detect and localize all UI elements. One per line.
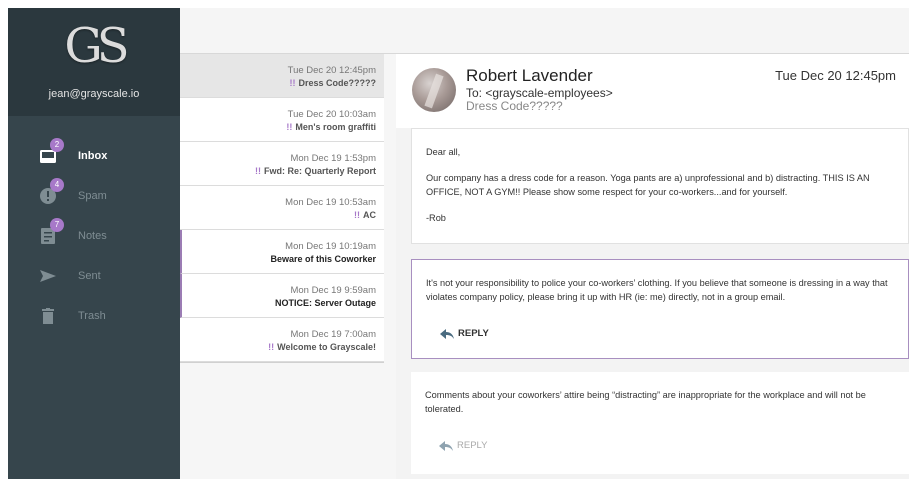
note-icon: 7 — [38, 218, 64, 246]
avatar — [412, 68, 456, 112]
inbox-icon: 2 — [38, 138, 64, 166]
message-date: Mon Dec 19 7:00am — [290, 329, 376, 340]
logo: GS — [64, 18, 129, 74]
important-flag: !! — [354, 210, 360, 220]
sidebar-item-label: Sent — [78, 270, 101, 282]
sidebar-item-label: Spam — [78, 190, 107, 202]
sidebar-item-label: Trash — [78, 310, 106, 322]
message-subject: NOTICE: Server Outage — [275, 298, 376, 308]
sidebar-item-label: Inbox — [78, 150, 108, 162]
message-subject-text: Welcome to Grayscale! — [277, 342, 376, 352]
notes-badge: 7 — [50, 218, 64, 232]
trash-icon — [38, 306, 58, 326]
email-date: Tue Dec 20 12:45pm — [775, 68, 896, 83]
inbox-badge: 2 — [50, 138, 64, 152]
message-subject-text: NOTICE: Server Outage — [274, 298, 376, 308]
recipient: To: <grayscale-employees> — [466, 86, 613, 100]
list-item[interactable]: Tue Dec 20 12:45pm !! Dress Code????? — [180, 54, 384, 98]
spam-badge: 4 — [50, 178, 64, 192]
reply-label: REPLY — [458, 328, 489, 339]
list-item[interactable]: Mon Dec 19 7:00am !! Welcome to Grayscale… — [180, 318, 384, 362]
message-date: Mon Dec 19 10:19am — [285, 241, 376, 252]
list-item[interactable]: Mon Dec 19 10:19am Beware of this Cowork… — [180, 230, 384, 274]
email-subject: Dress Code????? — [466, 99, 563, 113]
reply-suggestion[interactable]: It's not your responsibility to police y… — [411, 259, 909, 359]
message-subject: !! Dress Code????? — [289, 78, 376, 88]
reply-text: It's not your responsibility to police y… — [426, 278, 888, 302]
message-list: Tue Dec 20 12:45pm !! Dress Code????? Tue… — [180, 54, 396, 479]
email-header: Robert Lavender To: <grayscale-employees… — [396, 54, 909, 128]
top-bar — [180, 8, 909, 54]
reply-icon — [440, 328, 454, 339]
sidebar: GS jean@grayscale.io 2 Inbox 4 Spam 7 No… — [8, 8, 180, 479]
sidebar-item-inbox[interactable]: 2 Inbox — [8, 136, 180, 176]
sidebar-item-notes[interactable]: 7 Notes — [8, 216, 180, 256]
reply-button[interactable]: REPLY — [440, 328, 489, 339]
sidebar-item-spam[interactable]: 4 Spam — [8, 176, 180, 216]
message-subject-text: Men's room graffiti — [295, 122, 376, 132]
message-subject: !! Welcome to Grayscale! — [268, 342, 376, 352]
reply-suggestion[interactable]: Comments about your coworkers’ attire be… — [411, 372, 909, 474]
sidebar-item-trash[interactable]: Trash — [8, 296, 180, 336]
message-subject-text: Dress Code????? — [298, 78, 376, 88]
email-body: Dear all, Our company has a dress code f… — [411, 128, 909, 244]
reply-icon — [439, 440, 453, 451]
sender-name: Robert Lavender — [466, 66, 593, 85]
reply-label: REPLY — [457, 440, 488, 451]
list-item[interactable]: Mon Dec 19 9:59am NOTICE: Server Outage — [180, 274, 384, 318]
reply-text: Comments about your coworkers’ attire be… — [425, 390, 866, 414]
message-subject-text: Beware of this Coworker — [270, 254, 376, 264]
user-email: jean@grayscale.io — [48, 88, 140, 100]
account-header: GS jean@grayscale.io — [8, 8, 180, 116]
alert-icon: 4 — [38, 178, 64, 206]
message-date: Tue Dec 20 10:03am — [287, 109, 376, 120]
important-flag: !! — [268, 342, 275, 352]
reply-button[interactable]: REPLY — [439, 440, 487, 451]
message-date: Tue Dec 20 12:45pm — [287, 65, 376, 76]
sidebar-item-sent[interactable]: Sent — [8, 256, 180, 296]
important-flag: !! — [254, 166, 261, 176]
message-subject-text: AC — [363, 210, 376, 220]
email-signature: -Rob — [426, 213, 446, 223]
message-date: Mon Dec 19 9:59am — [290, 285, 376, 296]
sidebar-item-label: Notes — [78, 230, 107, 242]
message-date: Mon Dec 19 1:53pm — [290, 153, 376, 164]
list-item[interactable]: Mon Dec 19 10:53am !! AC — [180, 186, 384, 230]
list-item[interactable]: Mon Dec 19 1:53pm !! Fwd: Re: Quarterly R… — [180, 142, 384, 186]
message-date: Mon Dec 19 10:53am — [285, 197, 376, 208]
email-greeting: Dear all, — [426, 147, 461, 157]
email-paragraph: Our company has a dress code for a reaso… — [426, 173, 870, 197]
important-flag: !! — [286, 122, 293, 132]
send-icon — [38, 266, 58, 286]
reading-pane: Robert Lavender To: <grayscale-employees… — [396, 54, 909, 479]
message-subject: !! Fwd: Re: Quarterly Report — [255, 166, 376, 176]
message-subject: !! AC — [354, 210, 376, 220]
message-subject: !! Men's room graffiti — [286, 122, 376, 132]
message-subject-text: Fwd: Re: Quarterly Report — [263, 166, 376, 176]
important-flag: !! — [289, 78, 296, 88]
message-subject: Beware of this Coworker — [270, 254, 376, 264]
list-item[interactable]: Tue Dec 20 10:03am !! Men's room graffiti — [180, 98, 384, 142]
